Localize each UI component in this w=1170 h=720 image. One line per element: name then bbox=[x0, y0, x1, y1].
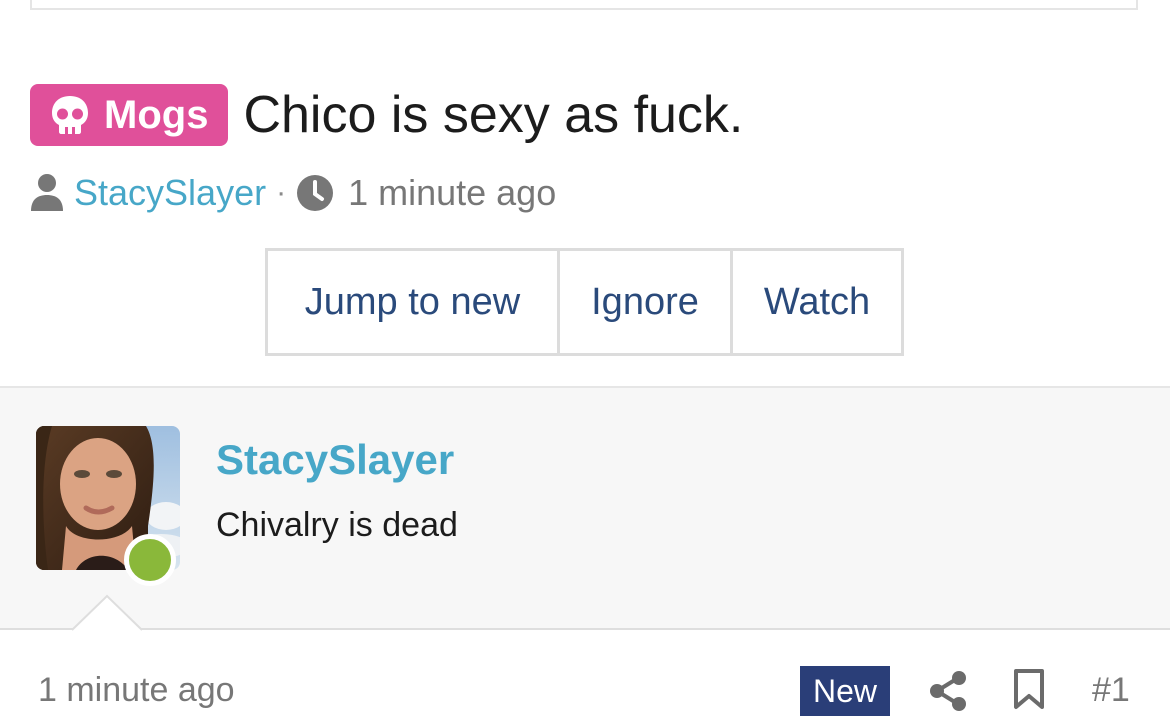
thread-meta: StacySlayer · 1 minute ago bbox=[30, 172, 556, 214]
prefix-label: Mogs bbox=[104, 92, 209, 137]
jump-to-new-button[interactable]: Jump to new bbox=[268, 251, 557, 353]
thread-author-link[interactable]: StacySlayer bbox=[74, 172, 266, 214]
message-username[interactable]: StacySlayer bbox=[216, 436, 454, 484]
thread-time[interactable]: 1 minute ago bbox=[348, 172, 556, 214]
share-icon[interactable] bbox=[928, 670, 968, 712]
new-badge: New bbox=[800, 666, 890, 716]
post-number-link[interactable]: #1 bbox=[1092, 671, 1130, 710]
thread-action-buttons: Jump to new Ignore Watch bbox=[265, 248, 904, 356]
thread-title: Chico is sexy as fuck. bbox=[243, 86, 744, 144]
message-text: Chivalry is dead bbox=[216, 506, 458, 544]
message-post: StacySlayer Chivalry is dead bbox=[0, 386, 1170, 630]
message-arrow-notch bbox=[71, 594, 143, 631]
user-icon bbox=[31, 174, 63, 211]
online-status-indicator bbox=[124, 534, 176, 586]
post-time[interactable]: 1 minute ago bbox=[38, 671, 235, 710]
bookmark-icon[interactable] bbox=[1012, 668, 1046, 710]
ignore-button[interactable]: Ignore bbox=[557, 251, 730, 353]
meta-separator: · bbox=[276, 176, 287, 209]
thread-title-row: Mogs Chico is sexy as fuck. bbox=[30, 84, 743, 146]
thread-prefix-badge[interactable]: Mogs bbox=[30, 84, 229, 146]
watch-button[interactable]: Watch bbox=[730, 251, 901, 353]
skull-icon bbox=[52, 96, 88, 134]
thread-page: Mogs Chico is sexy as fuck. StacySlayer … bbox=[0, 0, 1170, 720]
previous-block-edge bbox=[30, 0, 1138, 10]
clock-icon bbox=[297, 175, 334, 211]
